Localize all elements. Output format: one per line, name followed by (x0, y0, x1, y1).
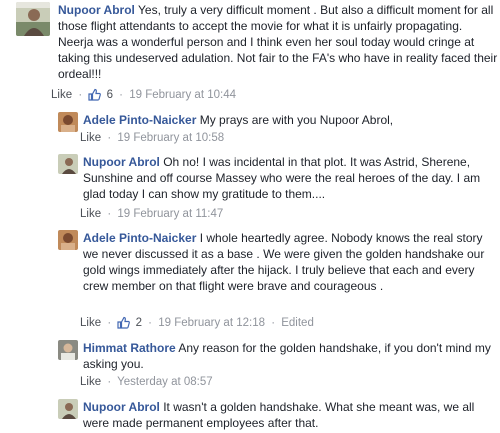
comment-body: Nupoor Abrol It wasn't a golden handshak… (83, 399, 498, 431)
comment-body: Nupoor Abrol Yes, truly a very difficult… (58, 2, 498, 82)
comment-text: My prays are with you Nupoor Abrol, (199, 113, 394, 127)
separator: · (107, 208, 112, 220)
separator: · (78, 89, 83, 101)
thumbs-up-icon[interactable] (117, 316, 131, 332)
like-link[interactable]: Like (51, 89, 72, 101)
comment-author[interactable]: Himmat Rathore (83, 341, 176, 355)
reply-5: Nupoor Abrol It wasn't a golden handshak… (58, 397, 498, 433)
comment-timestamp[interactable]: 19 February at 10:44 (129, 89, 236, 101)
avatar[interactable] (58, 340, 78, 360)
separator: · (107, 132, 112, 144)
comment-actions: Like · 2 · 19 February at 12:18 · Edited (80, 316, 314, 332)
comment-body: Nupoor Abrol Oh no! I was incidental in … (83, 154, 498, 202)
comment-body: Himmat Rathore Any reason for the golden… (83, 340, 498, 372)
comment-actions: Like · Yesterday at 08:57 (80, 376, 213, 388)
separator: · (107, 317, 112, 329)
like-link[interactable]: Like (80, 132, 101, 144)
comment-thread: Nupoor Abrol Yes, truly a very difficult… (0, 0, 500, 433)
comment-body: Adele Pinto-Naicker I whole heartedly ag… (83, 230, 498, 294)
avatar[interactable] (16, 2, 50, 36)
like-link[interactable]: Like (80, 208, 101, 220)
comment-author[interactable]: Nupoor Abrol (83, 155, 160, 169)
avatar[interactable] (58, 399, 78, 419)
comment-actions: Like · 6 · 19 February at 10:44 (51, 88, 236, 104)
comment-timestamp[interactable]: 19 February at 12:18 (158, 317, 265, 329)
comment-author[interactable]: Adele Pinto-Naicker (83, 231, 196, 245)
separator: · (148, 317, 153, 329)
avatar[interactable] (58, 154, 78, 174)
comment-actions: Like · 19 February at 10:58 (80, 132, 224, 144)
comment-timestamp[interactable]: Yesterday at 08:57 (117, 376, 212, 388)
comment-body: Adele Pinto-Naicker My prays are with yo… (83, 112, 498, 128)
separator: · (271, 317, 276, 329)
reaction-count[interactable]: 6 (107, 89, 113, 101)
comment-timestamp[interactable]: 19 February at 10:58 (117, 132, 224, 144)
reply-2: Nupoor Abrol Oh no! I was incidental in … (58, 152, 498, 224)
avatar[interactable] (58, 230, 78, 250)
edited-label[interactable]: Edited (281, 317, 314, 329)
like-link[interactable]: Like (80, 317, 101, 329)
comment-timestamp[interactable]: 19 February at 11:47 (117, 208, 223, 220)
comment-author[interactable]: Nupoor Abrol (83, 400, 160, 414)
comment-author[interactable]: Nupoor Abrol (58, 3, 135, 17)
comment-1: Nupoor Abrol Yes, truly a very difficult… (16, 2, 498, 112)
comment-actions: Like · 19 February at 11:47 (80, 208, 223, 220)
reaction-count[interactable]: 2 (136, 317, 142, 329)
thumbs-up-icon[interactable] (88, 88, 102, 104)
reply-1: Adele Pinto-Naicker My prays are with yo… (58, 112, 498, 152)
avatar[interactable] (58, 112, 78, 132)
separator: · (107, 376, 112, 388)
reply-4: Himmat Rathore Any reason for the golden… (58, 338, 498, 394)
comment-author[interactable]: Adele Pinto-Naicker (83, 113, 196, 127)
reply-3: Adele Pinto-Naicker I whole heartedly ag… (58, 228, 498, 334)
like-link[interactable]: Like (80, 376, 101, 388)
separator: · (119, 89, 124, 101)
